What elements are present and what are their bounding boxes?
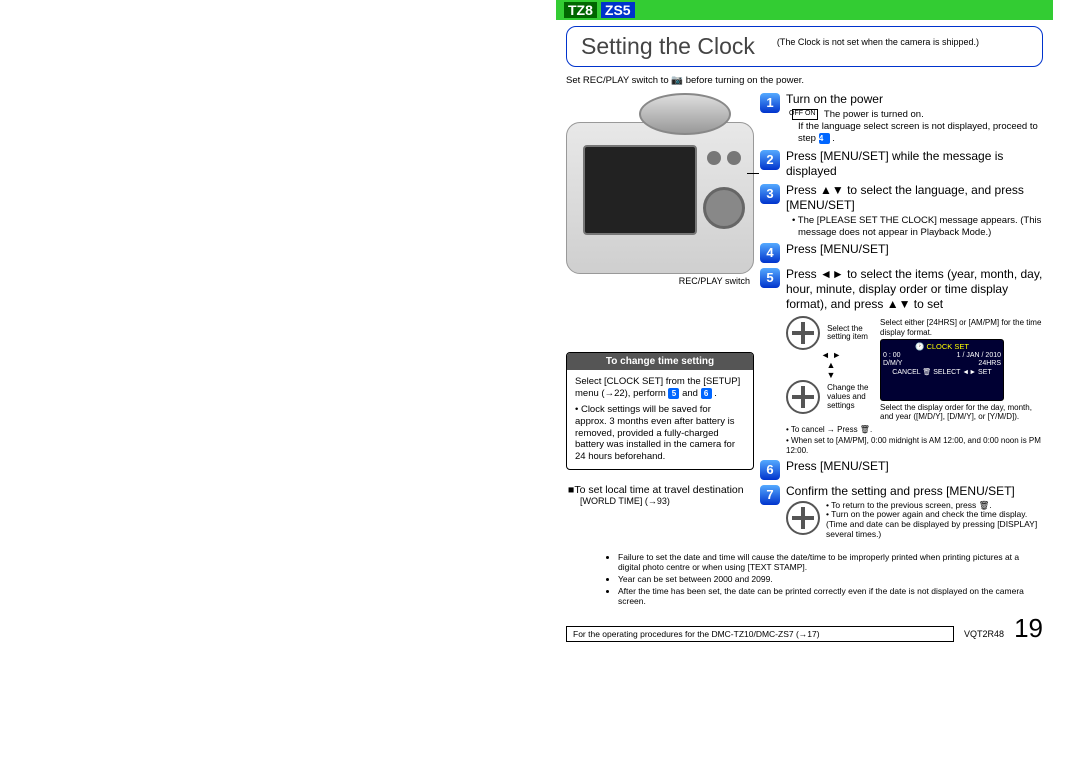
step-1-sub: OFF ON The power is turned on. If the la… — [798, 109, 1043, 145]
step-2: 2 Press [MENU/SET] while the message is … — [760, 149, 1043, 179]
page-number: 19 — [1014, 613, 1043, 644]
step-num-3: 3 — [760, 184, 780, 204]
title-note: (The Clock is not set when the camera is… — [769, 27, 987, 66]
lcd-preview: 🕐 CLOCK SET 0 : 001 / JAN / 2010 D/M/Y24… — [880, 339, 1004, 401]
off-on-icon: OFF ON — [792, 109, 818, 120]
camera-dpad-icon — [703, 187, 745, 229]
note-3: After the time has been set, the date ca… — [618, 586, 1043, 607]
switch-label: REC/PLAY switch — [566, 276, 750, 286]
camera-icon: 📷 — [671, 75, 683, 86]
dpad-ud-icon — [786, 380, 820, 414]
change-time-body: Select [CLOCK SET] from the [SETUP] menu… — [567, 370, 753, 469]
footnotes: Failure to set the date and time will ca… — [566, 552, 1043, 607]
steps-column: 1 Turn on the power OFF ON The power is … — [760, 92, 1043, 544]
dpad-ud-label: Change the values and settings — [827, 384, 873, 410]
step-5: 5 Press ◄► to select the items (year, mo… — [760, 267, 1043, 312]
page-title: Setting the Clock — [567, 27, 769, 66]
step-5-extra: Select the setting item ◄ ►▲▼ Change the… — [786, 316, 1043, 454]
camera-buttons-icon — [707, 151, 741, 165]
precondition: Set REC/PLAY switch to 📷 before turning … — [566, 75, 1043, 86]
dpad-lr-label: Select the setting item — [827, 325, 873, 343]
travel-section: ■To set local time at travel destination… — [568, 484, 754, 506]
left-column: REC/PLAY switch To change time setting S… — [566, 92, 754, 544]
step-1-title: Turn on the power — [786, 92, 883, 106]
precond-a: Set REC/PLAY switch to — [566, 75, 671, 86]
dpad-lr-icon — [786, 316, 820, 350]
step-5-title: Press ◄► to select the items (year, mont… — [786, 267, 1042, 311]
step-num-1: 1 — [760, 93, 780, 113]
step-num-2: 2 — [760, 150, 780, 170]
step-1: 1 Turn on the power OFF ON The power is … — [760, 92, 1043, 145]
change-time-bullet: • Clock settings will be saved for appro… — [575, 404, 745, 463]
step-7-sub2: • Turn on the power again and check the … — [826, 510, 1043, 539]
step-4: 4 Press [MENU/SET] — [760, 242, 1043, 263]
step-3: 3 Press ▲▼ to select the language, and p… — [760, 183, 1043, 239]
model-zs5: ZS5 — [601, 2, 635, 18]
step-num-4: 4 — [760, 243, 780, 263]
step-3-sub: • The [PLEASE SET THE CLOCK] message app… — [798, 215, 1043, 239]
manual-page: TZ8ZS5 Setting the Clock (The Clock is n… — [556, 0, 1053, 656]
model-tz8: TZ8 — [564, 2, 597, 18]
step-6: 6 Press [MENU/SET] — [760, 459, 1043, 480]
dpad-icon — [786, 501, 820, 535]
step-2-title: Press [MENU/SET] while the message is di… — [786, 149, 1043, 179]
step-7: 7 Confirm the setting and press [MENU/SE… — [760, 484, 1043, 540]
operating-note: For the operating procedures for the DMC… — [566, 626, 954, 642]
step-ref-6: 6 — [701, 388, 712, 399]
change-time-box: To change time setting Select [CLOCK SET… — [566, 352, 754, 470]
camera-lens-icon — [639, 93, 731, 135]
note-2: Year can be set between 2000 and 2099. — [618, 574, 1043, 585]
doc-id: VQT2R48 — [964, 629, 1004, 639]
step-ref-5: 5 — [668, 388, 679, 399]
step-ref-4: 4 — [819, 133, 830, 144]
travel-ref: [WORLD TIME] (→93) — [580, 496, 754, 506]
camera-screen-icon — [583, 145, 697, 235]
step-num-5: 5 — [760, 268, 780, 288]
step-5-sub1: • To cancel → Press 🗑. — [786, 425, 1043, 434]
step-5-sub2: • When set to [AM/PM], 0:00 midnight is … — [786, 436, 1043, 454]
note-1: Failure to set the date and time will ca… — [618, 552, 1043, 573]
camera-illustration — [566, 122, 754, 274]
step-3-title: Press ▲▼ to select the language, and pre… — [786, 183, 1024, 212]
travel-title: ■To set local time at travel destination — [568, 484, 744, 496]
footer: For the operating procedures for the DMC… — [566, 613, 1043, 644]
step-num-6: 6 — [760, 460, 780, 480]
step-6-title: Press [MENU/SET] — [786, 459, 1043, 474]
title-box: Setting the Clock (The Clock is not set … — [566, 26, 1043, 67]
change-time-header: To change time setting — [567, 353, 753, 370]
step-5-cap1: Select either [24HRS] or [AM/PM] for the… — [880, 318, 1043, 336]
step-4-title: Press [MENU/SET] — [786, 242, 1043, 257]
precond-b: before turning on the power. — [686, 75, 804, 86]
step-5-cap2: Select the display order for the day, mo… — [880, 403, 1043, 421]
step-num-7: 7 — [760, 485, 780, 505]
model-bar: TZ8ZS5 — [556, 0, 1053, 20]
step-7-title: Confirm the setting and press [MENU/SET] — [786, 484, 1015, 498]
